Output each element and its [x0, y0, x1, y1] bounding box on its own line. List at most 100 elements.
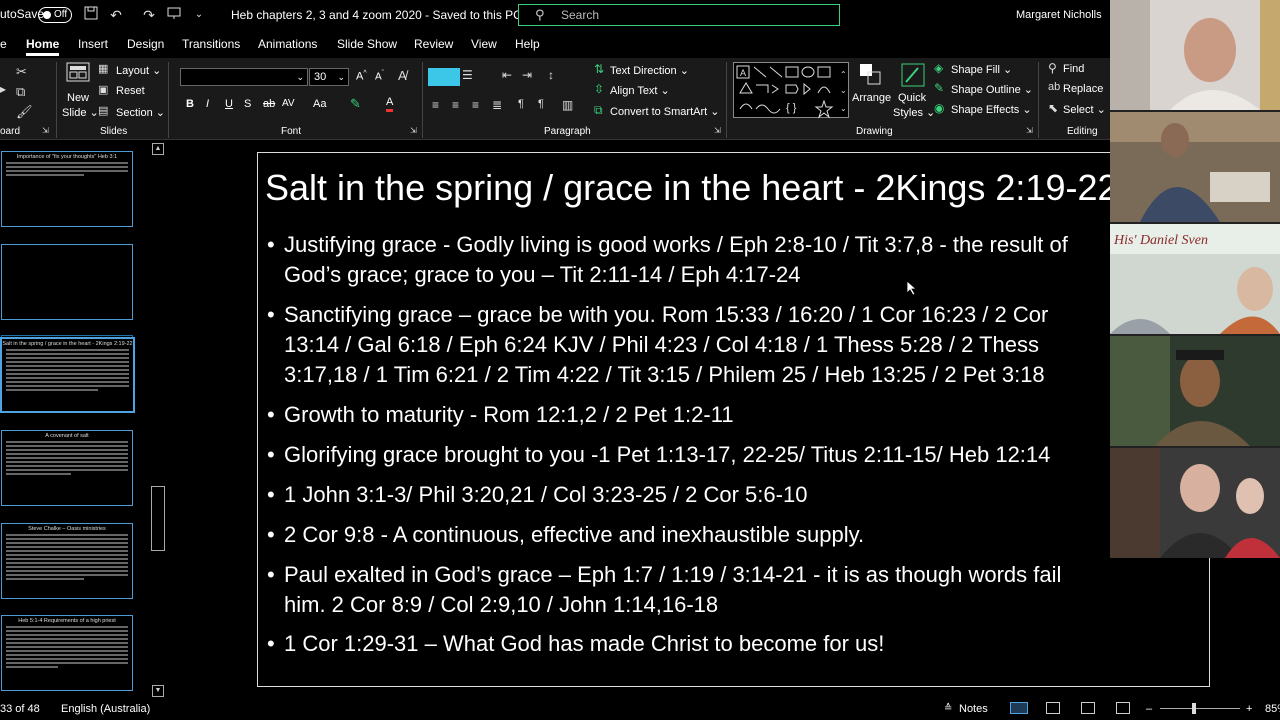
ltr-icon[interactable]: ¶	[518, 98, 524, 110]
customize-qat-icon[interactable]: ⌄	[190, 6, 208, 24]
decrease-indent-icon[interactable]: ⇤	[502, 68, 512, 82]
increase-indent-icon[interactable]: ⇥	[522, 68, 532, 82]
slide-title[interactable]: Salt in the spring / grace in the heart …	[265, 167, 1118, 209]
participant-video-tile[interactable]	[1110, 112, 1280, 222]
slide-canvas[interactable]: Salt in the spring / grace in the heart …	[257, 152, 1210, 687]
decrease-font-size-button[interactable]: Aˇ	[375, 70, 384, 82]
shapes-gallery[interactable]: A { } ⌃ ⌄ ⌄	[733, 62, 849, 119]
tab-review[interactable]: Review	[414, 37, 453, 51]
notes-button[interactable]: Notes	[959, 703, 988, 715]
columns-icon[interactable]: ▥	[562, 98, 573, 112]
tab-design[interactable]: Design	[127, 37, 164, 51]
slide-thumbnail[interactable]: Importance of "fix your thoughts" Heb 3:…	[1, 151, 133, 227]
numbering-icon[interactable]: ☰	[462, 68, 473, 82]
zoom-in-icon[interactable]: +	[1246, 703, 1252, 715]
drawing-launcher-icon[interactable]: ⇲	[1026, 126, 1033, 135]
zoom-slider[interactable]	[1160, 708, 1240, 709]
shape-outline-button[interactable]: Shape Outline ⌄	[951, 83, 1033, 96]
scrollbar-thumb[interactable]	[151, 486, 165, 551]
cut-icon[interactable]: ✂	[16, 64, 27, 80]
paste-icon[interactable]: ▸	[0, 82, 6, 96]
font-name-box[interactable]: ⌄	[180, 68, 308, 86]
justify-icon[interactable]: ≣	[492, 98, 502, 112]
slide-thumbnail[interactable]: A covenant of salt	[1, 430, 133, 506]
underline-button[interactable]: U	[225, 98, 233, 110]
replace-button[interactable]: Replace	[1063, 83, 1103, 95]
reading-view-icon[interactable]	[1081, 702, 1095, 714]
zoom-level[interactable]: 85%	[1265, 703, 1280, 715]
convert-to-smartart-button[interactable]: Convert to SmartArt ⌄	[610, 105, 719, 118]
character-spacing-button[interactable]: AV	[282, 98, 295, 109]
autosave-toggle[interactable]: Off	[38, 7, 72, 23]
select-button[interactable]: Select ⌄	[1063, 103, 1106, 116]
undo-icon[interactable]: ↶	[107, 6, 125, 24]
normal-view-icon[interactable]	[1010, 702, 1028, 714]
font-size-box[interactable]: 30 ⌄	[309, 68, 349, 86]
strikethrough-button[interactable]: ab	[263, 98, 275, 110]
tab-file[interactable]: e	[0, 37, 7, 51]
section-button[interactable]: Section ⌄	[116, 106, 165, 119]
quick-styles-dropdown[interactable]: Styles ⌄	[893, 106, 935, 119]
search-input[interactable]	[559, 6, 829, 24]
participant-video-tile[interactable]	[1110, 448, 1280, 558]
rtl-icon[interactable]: ¶	[538, 98, 544, 110]
clipboard-launcher-icon[interactable]: ⇲	[42, 126, 49, 135]
shape-fill-button[interactable]: Shape Fill ⌄	[951, 63, 1012, 76]
new-slide-button[interactable]: New	[67, 92, 89, 104]
document-title[interactable]: Heb chapters 2, 3 and 4 zoom 2020 - Save…	[231, 8, 535, 22]
increase-font-size-button[interactable]: A^	[356, 70, 367, 83]
new-slide-dropdown[interactable]: Slide ⌄	[62, 106, 99, 119]
reset-button[interactable]: Reset	[116, 85, 145, 97]
participant-video-tile[interactable]	[1110, 0, 1280, 110]
search-box[interactable]: ⚲	[518, 4, 840, 26]
font-color-button[interactable]: A	[386, 96, 394, 112]
align-right-icon[interactable]: ≡	[472, 98, 479, 112]
slide-sorter-icon[interactable]	[1046, 702, 1060, 714]
slide-thumbnail[interactable]: Heb 5:1-4 Requirements of a high priest	[1, 615, 133, 691]
tab-insert[interactable]: Insert	[78, 37, 108, 51]
save-icon[interactable]	[82, 6, 100, 24]
tab-transitions[interactable]: Transitions	[182, 37, 240, 51]
zoom-out-icon[interactable]: –	[1146, 703, 1152, 715]
tab-animations[interactable]: Animations	[258, 37, 317, 51]
user-name[interactable]: Margaret Nicholls	[1016, 9, 1102, 21]
participant-video-tile[interactable]: His' Daniel Sven	[1110, 224, 1280, 334]
tab-help[interactable]: Help	[515, 37, 540, 51]
format-painter-icon[interactable]: 🖌	[16, 104, 33, 120]
italic-button[interactable]: I	[206, 98, 209, 110]
tab-home[interactable]: Home	[26, 37, 60, 56]
bold-button[interactable]: B	[186, 98, 194, 110]
bullets-button[interactable]	[428, 68, 460, 86]
redo-icon[interactable]: ↷	[140, 6, 158, 24]
scroll-up-icon[interactable]: ▲	[152, 143, 164, 155]
layout-button[interactable]: Layout ⌄	[116, 64, 161, 77]
arrange-button[interactable]: Arrange	[852, 92, 891, 104]
clear-formatting-icon[interactable]: A̸	[398, 68, 407, 83]
font-launcher-icon[interactable]: ⇲	[410, 126, 417, 135]
participant-video-tile[interactable]	[1110, 336, 1280, 446]
align-center-icon[interactable]: ≡	[452, 98, 459, 112]
present-icon[interactable]	[165, 6, 183, 24]
new-slide-icon[interactable]	[66, 62, 92, 89]
thumbnail-scrollbar[interactable]: ▲ ▼	[150, 141, 166, 698]
change-case-button[interactable]: Aa	[313, 98, 326, 110]
zoom-slider-thumb[interactable]	[1192, 703, 1196, 714]
copy-icon[interactable]: ⧉	[16, 84, 25, 100]
shape-effects-button[interactable]: Shape Effects ⌄	[951, 103, 1032, 116]
paragraph-launcher-icon[interactable]: ⇲	[714, 126, 721, 135]
slide-thumbnail[interactable]: Steve Chalke – Oasis ministries	[1, 523, 133, 599]
slideshow-view-icon[interactable]	[1116, 702, 1130, 714]
line-spacing-icon[interactable]: ↕	[548, 68, 554, 82]
highlight-color-icon[interactable]: ✎	[350, 96, 361, 112]
text-direction-button[interactable]: Text Direction ⌄	[610, 64, 689, 77]
shadow-button[interactable]: S	[244, 98, 251, 110]
slide-thumbnail-selected[interactable]: Salt in the spring / grace in the heart …	[0, 337, 135, 413]
find-button[interactable]: Find	[1063, 63, 1084, 75]
tab-slide-show[interactable]: Slide Show	[337, 37, 397, 51]
slide-thumbnail[interactable]	[1, 244, 133, 320]
align-left-icon[interactable]: ≡	[432, 98, 439, 112]
scroll-down-icon[interactable]: ▼	[152, 685, 164, 697]
quick-styles-button[interactable]: Quick	[898, 92, 926, 104]
tab-view[interactable]: View	[471, 37, 497, 51]
align-text-button[interactable]: Align Text ⌄	[610, 84, 670, 97]
